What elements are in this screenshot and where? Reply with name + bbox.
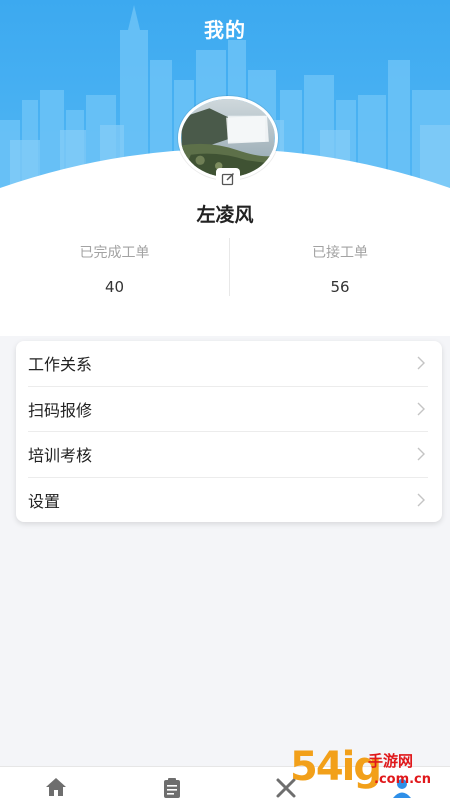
edit-icon bbox=[221, 172, 235, 186]
stats-row: 已完成工单 40 已接工单 56 bbox=[0, 236, 450, 300]
username: 左凌风 bbox=[196, 204, 254, 226]
menu-item-label: 扫码报修 bbox=[28, 400, 93, 420]
avatar-container[interactable] bbox=[178, 96, 278, 190]
menu-item-training[interactable]: 培训考核 bbox=[28, 432, 428, 478]
watermark-site-name: 手游网 bbox=[368, 752, 414, 770]
avatar-waterfall-photo bbox=[181, 99, 275, 177]
watermark-logo-number: 54ig bbox=[290, 744, 382, 790]
page-title: 我的 bbox=[204, 18, 246, 42]
orders-icon bbox=[164, 778, 180, 798]
chevron-right-icon bbox=[417, 447, 425, 461]
menu-item-settings[interactable]: 设置 bbox=[28, 478, 428, 524]
chevron-right-icon bbox=[417, 356, 425, 370]
tab-home[interactable] bbox=[44, 777, 68, 800]
edit-profile-button[interactable] bbox=[216, 168, 240, 190]
home-icon bbox=[46, 778, 66, 796]
chevron-right-icon bbox=[417, 493, 425, 507]
stat-accepted-orders[interactable]: 已接工单 56 bbox=[230, 236, 450, 300]
menu-card: 工作关系 扫码报修 培训考核 设置 bbox=[16, 341, 442, 522]
site-watermark: 54ig 手游网 .com.cn bbox=[290, 744, 450, 800]
stat-label: 已完成工单 bbox=[79, 245, 150, 261]
tab-orders[interactable] bbox=[160, 777, 184, 800]
menu-item-label: 设置 bbox=[28, 492, 61, 512]
stat-label: 已接工单 bbox=[312, 245, 368, 261]
stat-value: 56 bbox=[330, 278, 350, 296]
stat-value: 40 bbox=[104, 278, 125, 296]
menu-item-work-relations[interactable]: 工作关系 bbox=[28, 341, 428, 387]
menu-item-scan-repair[interactable]: 扫码报修 bbox=[28, 387, 428, 432]
stat-completed-orders[interactable]: 已完成工单 40 bbox=[0, 236, 229, 300]
menu-item-label: 工作关系 bbox=[28, 355, 93, 375]
menu-item-label: 培训考核 bbox=[28, 446, 93, 466]
watermark-domain: .com.cn bbox=[374, 772, 432, 787]
chevron-right-icon bbox=[417, 402, 425, 416]
